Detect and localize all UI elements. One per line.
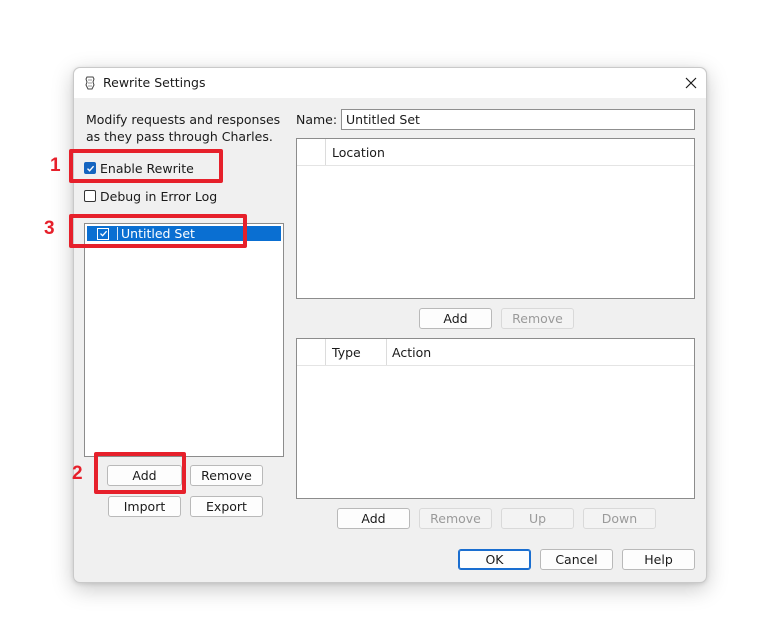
action-column-header[interactable]: Action [392,339,431,365]
debug-error-log-label: Debug in Error Log [100,188,218,204]
rewrite-sets-list[interactable]: Untitled Set [84,223,284,457]
help-button[interactable]: Help [622,549,695,570]
annotation-label-2: 2 [72,463,83,484]
location-table[interactable]: Location [296,138,695,299]
rewrite-settings-dialog: Rewrite Settings Modify requests and res… [73,67,707,583]
remove-rule-button[interactable]: Remove [419,508,492,529]
remove-set-button[interactable]: Remove [190,465,263,486]
annotation-label-1: 1 [50,155,61,176]
location-column-header[interactable]: Location [332,139,385,165]
description-line-2: as they pass through Charles. [86,129,273,144]
type-column-header[interactable]: Type [332,339,361,365]
title-bar: Rewrite Settings [74,68,706,98]
add-location-button[interactable]: Add [419,308,492,329]
description-text: Modify requests and responses as they pa… [86,111,286,145]
add-rule-button[interactable]: Add [337,508,410,529]
remove-location-button[interactable]: Remove [501,308,574,329]
dialog-title: Rewrite Settings [103,75,206,90]
export-button[interactable]: Export [190,496,263,517]
annotation-box-1 [69,149,223,183]
annotation-box-2 [94,452,186,494]
ok-button[interactable]: OK [458,549,531,570]
annotation-box-3 [69,214,247,248]
import-button[interactable]: Import [108,496,181,517]
name-label: Name: [296,112,338,127]
checkbox-unchecked-icon [84,190,96,202]
cancel-button[interactable]: Cancel [540,549,613,570]
annotation-label-3: 3 [44,218,55,239]
set-name-input[interactable]: Untitled Set [341,109,695,130]
close-icon [685,77,697,89]
location-table-header: Location [297,139,694,166]
close-button[interactable] [680,72,702,94]
column-divider [386,339,387,365]
rules-table-header: Type Action [297,339,694,366]
move-rule-down-button[interactable]: Down [583,508,656,529]
charles-app-icon [85,76,95,90]
rules-table[interactable]: Type Action [296,338,695,499]
column-divider [325,339,326,365]
description-line-1: Modify requests and responses [86,112,281,127]
column-divider [325,139,326,165]
debug-error-log-checkbox[interactable]: Debug in Error Log [84,188,217,204]
move-rule-up-button[interactable]: Up [501,508,574,529]
